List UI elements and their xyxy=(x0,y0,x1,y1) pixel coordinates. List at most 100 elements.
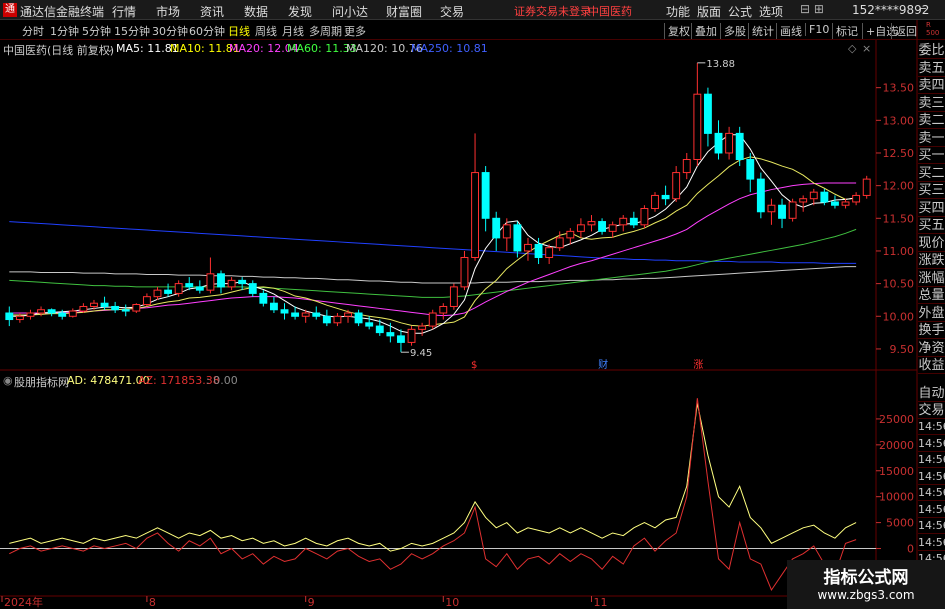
side-field-15: 外盘 xyxy=(918,305,945,322)
candle xyxy=(672,172,681,200)
candle xyxy=(608,224,617,232)
candle xyxy=(280,309,289,314)
candle xyxy=(79,305,88,312)
side-field-9: 买四 xyxy=(918,200,945,217)
candle xyxy=(788,201,797,219)
series-ad-line xyxy=(9,403,857,552)
watermark-title: 指标公式网 xyxy=(823,568,909,588)
candle xyxy=(259,292,268,304)
candle xyxy=(26,312,35,317)
candle xyxy=(545,247,554,258)
side-field-17: 净资 xyxy=(918,340,945,357)
candle xyxy=(492,217,501,239)
y-tick-label: 11.50 xyxy=(883,212,915,225)
event-marker-zhang: 涨 xyxy=(693,359,703,371)
candle xyxy=(174,283,183,294)
side-field-14: 总量 xyxy=(918,288,945,304)
candle xyxy=(291,312,300,317)
side-field-6: 买一 xyxy=(918,148,945,164)
side-field-18: 收益 xyxy=(918,358,945,374)
candle xyxy=(58,312,67,317)
candle xyxy=(809,191,818,200)
side-field-4: 卖二 xyxy=(918,113,945,129)
candle xyxy=(322,315,331,324)
ma60-line xyxy=(9,228,857,298)
x-tick-label: 11 xyxy=(593,596,607,609)
candle xyxy=(862,178,871,196)
candle xyxy=(354,312,363,324)
series-az-line xyxy=(9,398,857,592)
ma20-line xyxy=(9,182,857,317)
candle xyxy=(269,302,278,311)
candle xyxy=(428,312,437,327)
candle xyxy=(481,172,490,219)
candle xyxy=(725,132,734,154)
candle xyxy=(471,172,479,258)
candle xyxy=(703,93,712,134)
trade-time: 14:56 xyxy=(918,502,945,518)
candle xyxy=(312,312,321,317)
side-field-12: 涨跌 xyxy=(918,253,945,269)
candle xyxy=(418,325,427,330)
event-marker-cai: 财 xyxy=(598,358,608,371)
side-action-1[interactable]: 交易 xyxy=(918,402,945,419)
candle xyxy=(714,132,723,154)
trade-time: 14:56 xyxy=(918,419,945,435)
candle xyxy=(365,322,374,327)
candle xyxy=(629,217,638,226)
candle xyxy=(534,243,543,258)
candle xyxy=(375,325,384,334)
candle xyxy=(767,204,776,213)
ma10-line xyxy=(9,156,857,327)
candle xyxy=(831,201,839,206)
candle xyxy=(513,224,522,252)
candle xyxy=(217,273,225,288)
x-tick-label: 2024年 xyxy=(4,595,43,609)
candle xyxy=(852,194,861,203)
candle xyxy=(693,93,702,161)
sub-y-tick-label: 10000 xyxy=(879,491,914,504)
watermark-logo: 指标公式网 www.zbgs3.com xyxy=(787,560,945,609)
candle xyxy=(661,194,670,200)
side-field-11: 现价 xyxy=(918,235,945,252)
candle xyxy=(799,198,808,203)
y-tick-label: 13.50 xyxy=(883,82,915,95)
candle xyxy=(598,221,607,232)
side-action-0[interactable]: 自动 xyxy=(918,385,945,402)
side-field-1: 卖五 xyxy=(918,60,945,77)
high-marker: 13.88 xyxy=(706,59,735,70)
candle xyxy=(5,312,14,321)
y-tick-label: 11.00 xyxy=(883,245,915,258)
event-marker-s: $ xyxy=(471,360,477,371)
candle xyxy=(100,302,109,307)
side-field-2: 卖四 xyxy=(918,78,945,94)
x-tick-label: 10 xyxy=(445,596,459,609)
candle xyxy=(640,208,649,226)
chart-canvas[interactable]: 13.50 13.00 12.50 12.00 11.50 11.00 10.50 10.00… xyxy=(0,0,945,609)
candle xyxy=(111,305,120,311)
candle xyxy=(227,279,236,288)
candle xyxy=(344,312,352,317)
candle xyxy=(121,309,130,312)
side-field-8: 买三 xyxy=(918,183,945,199)
y-tick-label: 13.00 xyxy=(883,114,915,127)
candle xyxy=(238,279,247,285)
candle xyxy=(386,332,395,337)
y-tick-label: 12.00 xyxy=(883,180,915,193)
side-field-7: 买二 xyxy=(918,165,945,182)
watermark-url: www.zbgs3.com xyxy=(817,588,915,602)
side-field-3: 卖三 xyxy=(918,95,945,112)
candle xyxy=(502,224,511,239)
candle xyxy=(164,289,173,294)
low-marker: 9.45 xyxy=(410,348,432,359)
candle xyxy=(746,159,755,180)
candle xyxy=(841,201,850,206)
candle xyxy=(682,159,691,174)
candle xyxy=(820,191,829,203)
candle xyxy=(37,309,45,314)
candle xyxy=(248,283,257,294)
trade-time: 14:56 xyxy=(918,469,945,485)
candle xyxy=(460,256,469,288)
side-field-5: 卖一 xyxy=(918,130,945,147)
candle xyxy=(333,315,342,324)
